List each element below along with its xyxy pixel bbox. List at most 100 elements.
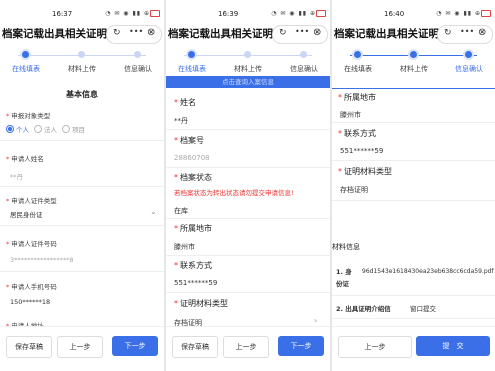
action-bar: 保存草稿 上一步 下一步 <box>166 326 330 371</box>
divider <box>166 129 330 130</box>
location-value: 滕州市 <box>174 243 195 251</box>
id-number-field[interactable]: 3*****************8 <box>10 256 74 264</box>
location-label: * 所属地市 <box>338 92 376 103</box>
status-bar: 16:37 ◔ ✉ ◉ ▮▮ ⊕ <box>0 8 164 20</box>
step-label-2: 材料上传 <box>68 65 96 73</box>
mini-program-capsule: ↻ ••• ⊗ <box>272 25 328 44</box>
material-row: 2. 出具证明介绍信 窗口提交 <box>332 299 495 315</box>
next-step-button[interactable]: 下一步 <box>278 336 324 356</box>
required-mark: * <box>6 283 10 291</box>
more-icon[interactable]: ••• <box>460 27 474 36</box>
step-dot-3 <box>134 51 141 58</box>
rotate-icon[interactable]: ↻ <box>113 28 121 38</box>
label-text: 申请人手机号码 <box>11 283 57 291</box>
next-step-button[interactable]: 下一步 <box>112 336 158 356</box>
divider <box>0 140 164 141</box>
step-label-3: 信息确认 <box>124 65 152 73</box>
step-dot-3 <box>465 51 472 58</box>
id-type-select[interactable]: 居民身份证 <box>10 209 43 219</box>
progress-steps: 在线填表 材料上传 信息确认 <box>0 47 164 77</box>
step-dot-1 <box>22 51 29 58</box>
contact-value: 551******59 <box>174 279 218 287</box>
required-mark: * <box>174 224 178 233</box>
label-text: 申请人证件号码 <box>11 240 57 248</box>
mini-program-capsule: ↻ ••• ⊗ <box>106 25 162 44</box>
rotate-icon[interactable]: ↻ <box>279 28 287 38</box>
label-text: 档案号 <box>180 136 204 145</box>
close-icon[interactable]: ⊗ <box>478 27 486 38</box>
divider <box>0 225 164 226</box>
chevron-right-icon[interactable]: › <box>314 316 317 325</box>
radio-individual[interactable]: 个人 <box>6 124 29 134</box>
battery-icon <box>150 10 160 17</box>
more-icon[interactable]: ••• <box>129 27 143 36</box>
phone-label: * 申请人手机号码 <box>6 281 57 291</box>
save-draft-button[interactable]: 保存草稿 <box>172 336 218 358</box>
divider <box>166 255 330 256</box>
close-icon[interactable]: ⊗ <box>313 27 321 38</box>
progress-underline <box>332 88 495 89</box>
required-mark: * <box>6 197 10 205</box>
step-label-1: 在线填表 <box>344 65 372 73</box>
radio-circle <box>6 125 14 133</box>
required-mark: * <box>6 155 10 163</box>
required-mark: * <box>174 136 178 145</box>
name-label: * 姓名 <box>174 97 196 108</box>
status-time: 16:40 <box>384 10 405 18</box>
material-value: 窗口提交 <box>410 305 436 313</box>
required-mark: * <box>174 261 178 270</box>
title-bar: 档案记载出具相关证明 ↻ ••• ⊗ <box>332 22 495 44</box>
material-file-link[interactable]: 96d1543e1618430ea23eb638cc6cda59.pdf <box>362 268 494 275</box>
step-label-2: 材料上传 <box>234 65 262 73</box>
more-icon[interactable]: ••• <box>295 27 309 36</box>
id-number-label: * 申请人证件号码 <box>6 238 57 248</box>
radio-circle <box>34 125 42 133</box>
save-draft-button[interactable]: 保存草稿 <box>6 336 52 358</box>
divider <box>0 186 164 187</box>
title-bar: 档案记载出具相关证明 ↻ ••• ⊗ <box>0 22 164 44</box>
material-row: 1. 身份证 96d1543e1618430ea23eb638cc6cda59.… <box>332 262 495 292</box>
submit-button[interactable]: 提 交 <box>416 336 490 356</box>
mini-program-capsule: ↻ ••• ⊗ <box>437 25 493 44</box>
rotate-icon[interactable]: ↻ <box>444 28 452 38</box>
step-label-3: 信息确认 <box>290 65 318 73</box>
label-text: 姓名 <box>180 98 196 107</box>
radio-project[interactable]: 项目 <box>62 124 85 134</box>
divider <box>332 295 495 296</box>
status-icons: ◔ ✉ ◉ ▮▮ ⊕ <box>105 10 150 17</box>
material-type-label: * 证明材料类型 <box>338 166 392 177</box>
step-label-3: 信息确认 <box>455 65 483 73</box>
label-text: 申请人证件类型 <box>11 197 57 205</box>
step-dot-2 <box>244 51 251 58</box>
status-bar: 16:40 ◔ ✉ ◉ ▮▮ ⊕ <box>332 8 495 20</box>
label-text: 档案状态 <box>180 173 212 182</box>
contact-label: * 联系方式 <box>338 128 376 139</box>
material-key: 1. 身份证 <box>336 268 352 288</box>
required-mark: * <box>338 93 342 102</box>
action-bar: 上一步 提 交 <box>332 326 495 371</box>
required-mark: * <box>174 173 178 182</box>
radio-label: 个人 <box>16 126 29 134</box>
name-field[interactable]: **丹 <box>10 171 23 181</box>
location-value: 滕州市 <box>340 111 361 119</box>
required-mark: * <box>6 240 10 248</box>
chevron-down-icon[interactable]: ⌄ <box>150 207 157 216</box>
status-time: 16:39 <box>218 10 239 18</box>
material-key: 2. 出具证明介绍信 <box>336 305 391 313</box>
name-value: **丹 <box>174 117 188 125</box>
required-mark: * <box>338 129 342 138</box>
material-type-value: 存档证明 <box>340 186 368 194</box>
radio-label: 项目 <box>72 126 85 134</box>
radio-legal-person[interactable]: 法人 <box>34 124 57 134</box>
phone-field[interactable]: 150******18 <box>10 298 50 306</box>
screen-confirm: 16:40 ◔ ✉ ◉ ▮▮ ⊕ 档案记载出具相关证明 ↻ ••• ⊗ 在线填表… <box>332 0 495 371</box>
page-title: 档案记载出具相关证明 <box>334 28 439 40</box>
query-archive-button[interactable]: 点击查询入案信息 <box>166 76 330 88</box>
prev-step-button[interactable]: 上一步 <box>338 336 412 358</box>
id-type-label: * 申请人证件类型 <box>6 195 57 205</box>
close-icon[interactable]: ⊗ <box>147 27 155 38</box>
prev-step-button[interactable]: 上一步 <box>57 336 103 358</box>
label-text: 证明材料类型 <box>344 167 392 176</box>
prev-step-button[interactable]: 上一步 <box>223 336 269 358</box>
battery-icon <box>481 10 491 17</box>
